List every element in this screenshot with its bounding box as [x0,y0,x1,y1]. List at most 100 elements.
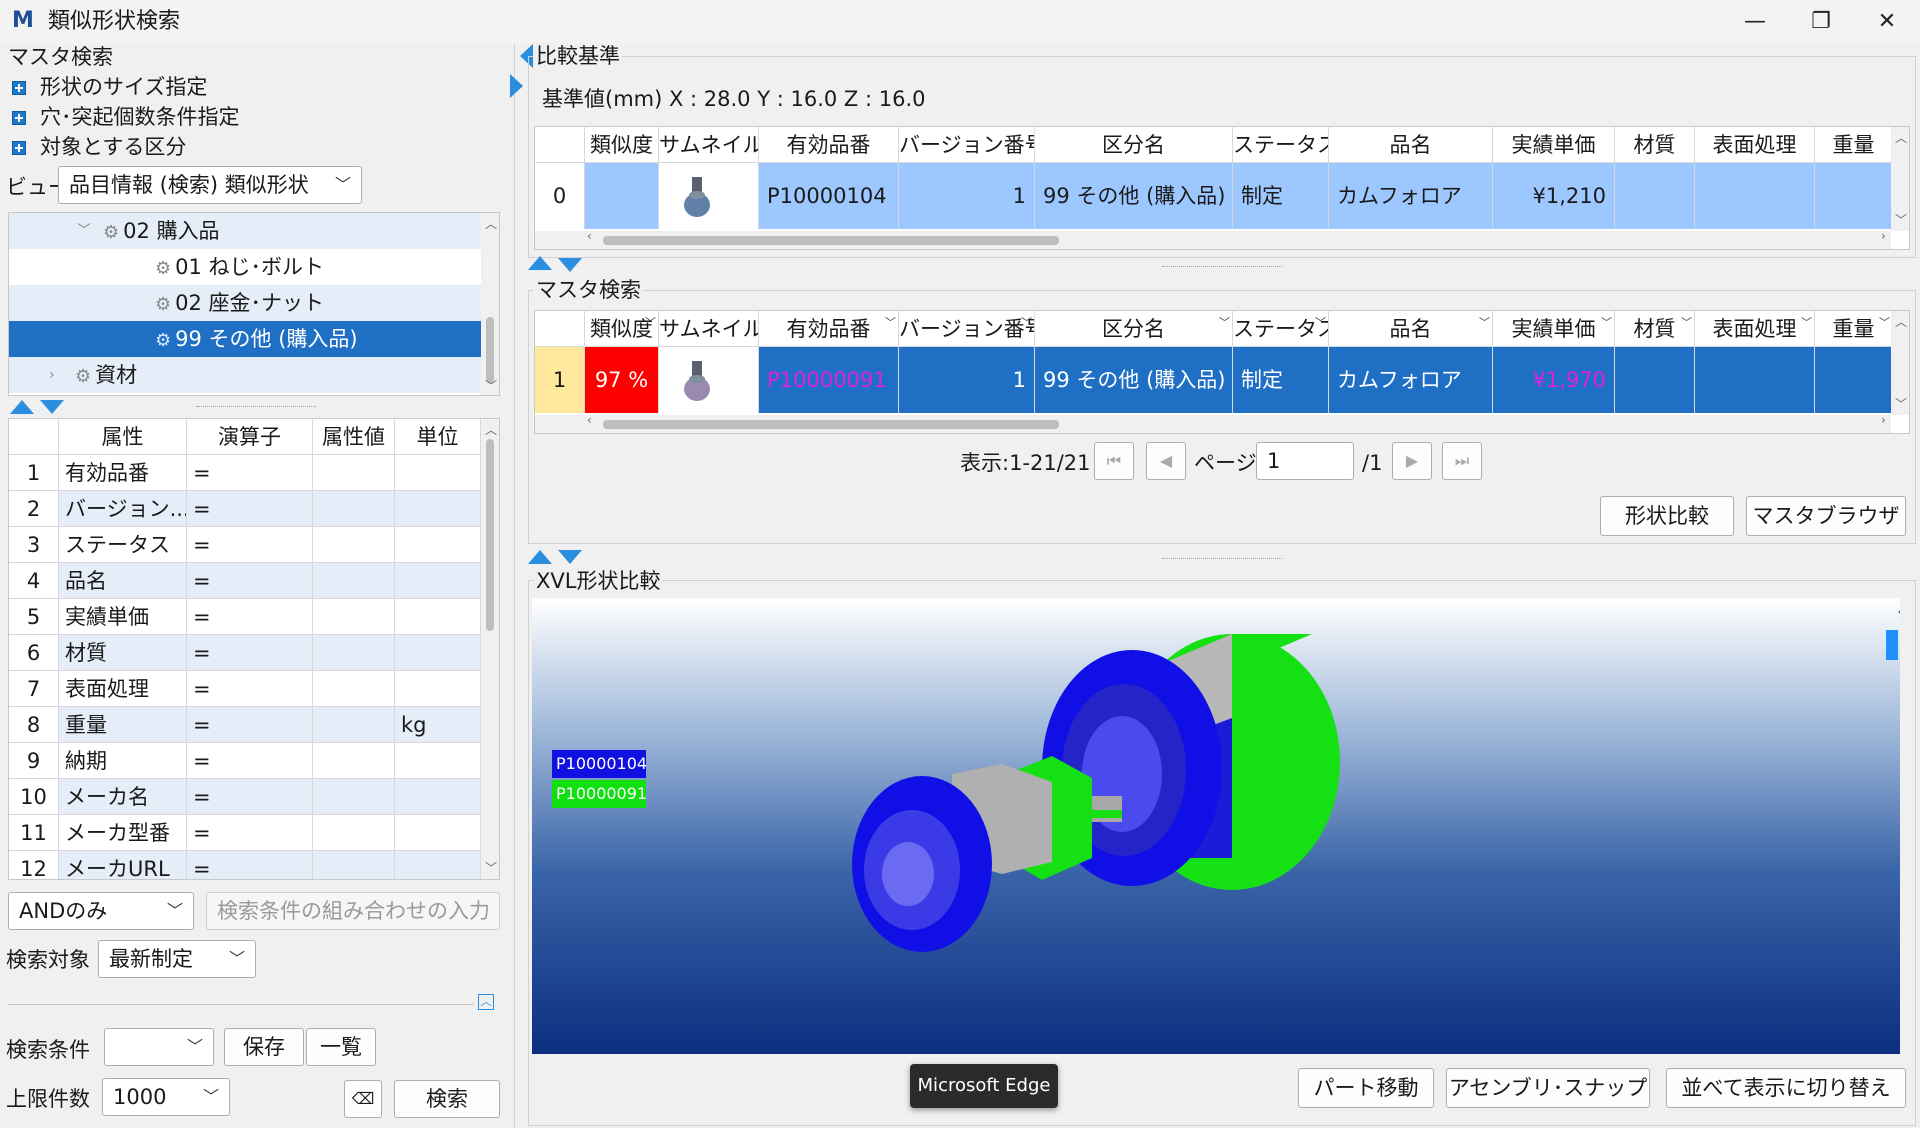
grid-header[interactable]: ステータス [1233,127,1329,163]
sort-chevron-icon[interactable]: ﹀ [1801,317,1812,329]
attr-cell[interactable] [313,743,395,779]
grid-header[interactable]: 重量 [1815,127,1893,163]
attr-cell[interactable] [395,815,481,851]
grid-header[interactable]: ステータス ﹀ [1233,311,1329,347]
tree-node[interactable]: ⚙ 01 ねじ･ボルト [9,249,481,285]
attr-cell[interactable]: = [187,563,313,599]
attr-cell[interactable] [313,599,395,635]
attr-cell[interactable]: バージョン... [59,491,187,527]
attr-cell[interactable] [395,599,481,635]
master-hscrollbar[interactable]: ‹ › [535,413,1891,433]
grid-header[interactable]: 有効品番 ﹀ [759,311,899,347]
collapse-up-icon[interactable] [10,400,34,414]
grid-header[interactable]: サムネイル [659,311,759,347]
attr-cell[interactable]: 実績単価 [59,599,187,635]
scroll-up-icon[interactable]: ︿ [1895,313,1907,330]
tree-node[interactable]: › ⚙ 資材 [9,357,481,393]
attr-cell[interactable]: 品名 [59,563,187,599]
grid-cell[interactable]: 1 [899,347,1035,413]
grid-cell[interactable]: 0 [535,163,585,229]
attr-cell[interactable] [395,671,481,707]
grid-header[interactable]: 表面処理 [1695,127,1815,163]
tree-scrollbar[interactable]: ︿ ﹀ [481,213,499,395]
attr-cell[interactable] [395,635,481,671]
grid-header[interactable]: 実績単価 ﹀ [1493,311,1615,347]
thumbnail-cell[interactable] [659,347,759,413]
attr-scroll-thumb[interactable] [486,439,494,631]
attr-cell[interactable]: 表面処理 [59,671,187,707]
scroll-down-icon[interactable]: ﹀ [485,859,497,876]
expander-item[interactable]: 対象とする区分 [12,134,186,160]
grid-cell[interactable] [1615,347,1695,413]
thumbnail-cell[interactable] [659,163,759,229]
scroll-left-icon[interactable]: ‹ [587,413,592,427]
chevron-down-icon[interactable]: ﹀ [77,213,91,249]
collapse-down-icon[interactable] [558,258,582,272]
grid-cell[interactable] [1695,163,1815,229]
attr-cell[interactable] [313,563,395,599]
scroll-right-icon[interactable]: › [1881,229,1886,243]
attr-cell[interactable]: メーカ型番 [59,815,187,851]
grid-cell[interactable] [1615,163,1695,229]
attr-cell[interactable]: 材質 [59,635,187,671]
compare-grid[interactable]: 類似度 サムネイル 有効品番 バージョン番号 区分名 ステータス 品名 実績単価 材質 表面処理重… [534,126,1910,250]
scroll-right-icon[interactable]: › [1881,413,1886,427]
collapse-down-icon[interactable] [40,400,64,414]
attr-cell[interactable]: 納期 [59,743,187,779]
grid-cell[interactable]: ¥1,210 [1493,163,1615,229]
compare-hscrollbar[interactable]: ‹ › [535,229,1891,249]
collapse-left-icon[interactable] [1886,600,1900,624]
limit-select[interactable]: 1000 ﹀ [102,1078,230,1116]
grid-header[interactable]: 区分名 ﹀ [1035,311,1233,347]
panel-handle[interactable] [1886,630,1898,660]
grid-cell[interactable]: カムフォロア [1329,347,1493,413]
attr-cell[interactable]: 重量 [59,707,187,743]
attr-cell[interactable]: = [187,527,313,563]
attr-cell[interactable] [313,707,395,743]
grid-cell[interactable]: ¥1,970 [1493,347,1615,413]
maximize-button[interactable]: ❐ [1788,0,1854,44]
grid-cell[interactable]: P10000104 [759,163,899,229]
first-page-icon[interactable]: ⏮ [1094,442,1134,480]
attr-cell[interactable]: = [187,707,313,743]
grid-cell[interactable]: 1 [535,347,585,413]
prev-page-icon[interactable]: ◀ [1146,442,1186,480]
grid-header[interactable]: 材質 ﹀ [1615,311,1695,347]
attribute-table[interactable]: 属性 演算子 属性値 単位 1 有効品番 = 2 バージョン... = 3 ステータス = 4 品名 = 5 実績… [8,418,500,880]
grid-header[interactable]: 有効品番 [759,127,899,163]
grid-header[interactable] [535,311,585,347]
grid-cell[interactable]: P10000091 [759,347,899,413]
save-button[interactable]: 保存 [224,1028,304,1066]
conditions-select[interactable]: ﹀ [104,1028,214,1066]
minimize-button[interactable]: — [1722,0,1788,44]
master-hscroll-thumb[interactable] [603,420,1059,429]
xvl-viewport[interactable]: P10000104 P10000091 [532,598,1900,1054]
grid-cell[interactable] [1815,347,1893,413]
grid-header[interactable]: 区分名 [1035,127,1233,163]
collapse-icon[interactable]: ︿ [478,994,494,1010]
attr-cell[interactable] [395,851,481,879]
attr-cell[interactable]: 有効品番 [59,455,187,491]
splitter-grip[interactable] [1162,266,1282,267]
attr-scrollbar[interactable]: ︿ ﹀ [481,419,499,879]
master-browser-button[interactable]: マスタブラウザ [1746,496,1906,536]
attr-cell[interactable]: メーカURL [59,851,187,879]
chevron-right-icon[interactable]: › [49,357,55,393]
grid-header[interactable]: サムネイル [659,127,759,163]
attr-cell[interactable]: = [187,851,313,879]
vertical-splitter[interactable] [514,44,515,1128]
combination-input[interactable]: 検索条件の組み合わせの入力 [206,892,500,930]
grid-header[interactable]: 重量 ﹀ [1815,311,1893,347]
tree-node[interactable]: ⚙ 02 座金･ナット [9,285,481,321]
category-tree[interactable]: ﹀ ⚙ 02 購入品 ⚙ 01 ねじ･ボルト ⚙ 02 座金･ナット ⚙ 99 その他 (購入品… [8,212,500,396]
and-mode-select[interactable]: ANDのみ ﹀ [8,892,194,930]
collapse-up-icon[interactable] [528,550,552,564]
attr-cell[interactable] [313,851,395,879]
assembly-snap-button[interactable]: アセンブリ･スナップ [1446,1068,1650,1108]
master-vscrollbar[interactable]: ︿ ﹀ [1891,311,1909,415]
page-input[interactable]: 1 [1256,442,1354,480]
scroll-up-icon[interactable]: ︿ [485,215,497,232]
grid-cell[interactable]: 1 [899,163,1035,229]
master-grid[interactable]: 類似度 ﹀ サムネイル 有効品番 ﹀ バージョン番号 ﹀ 区分名 ﹀ ステータス ﹀ 品名 ﹀ 実績単価 ﹀… [534,310,1910,434]
scroll-down-icon[interactable]: ﹀ [1895,395,1907,412]
